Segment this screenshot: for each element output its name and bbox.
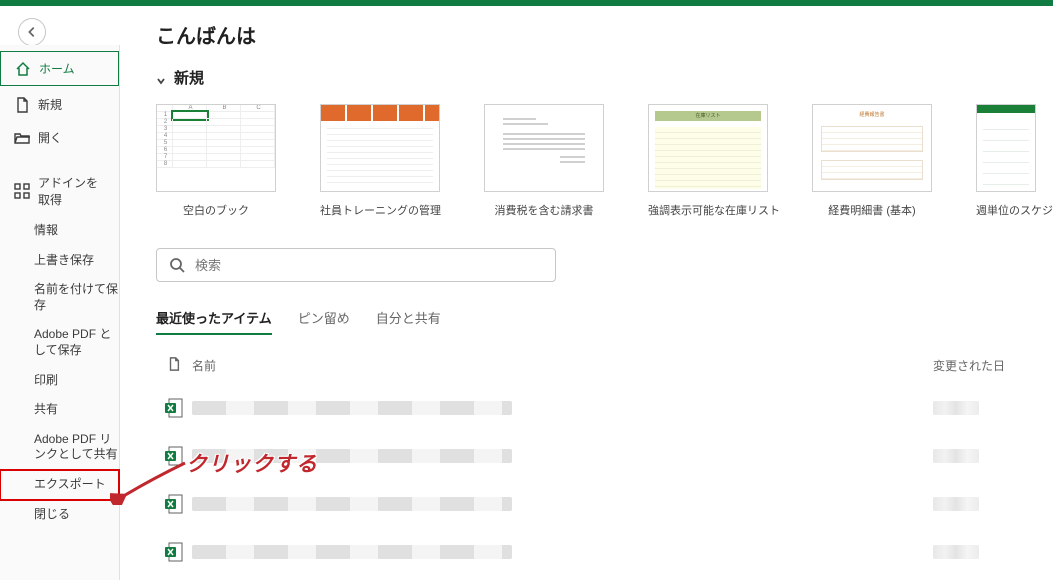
list-row[interactable] [156, 480, 1053, 528]
template-weekly[interactable]: 週単位のスケジュー [976, 104, 1036, 218]
sidebar-item-addins[interactable]: アドインを取得 [0, 166, 119, 216]
sidebar-item-save[interactable]: 上書き保存 [0, 246, 119, 276]
list-icon-column [156, 357, 192, 374]
list-row[interactable] [156, 528, 1053, 576]
template-training[interactable]: 社員トレーニングの管理 [320, 104, 440, 218]
template-invoice[interactable]: 消費税を含む請求書 [484, 104, 604, 218]
template-thumb: 経費報告書 [812, 104, 932, 192]
template-label: 消費税を含む請求書 [484, 202, 604, 218]
template-thumb [976, 104, 1036, 192]
file-icon [14, 97, 30, 113]
template-label: 強調表示可能な在庫リスト [648, 202, 768, 218]
tab-pinned[interactable]: ピン留め [298, 308, 350, 335]
section-new-title: 新規 [174, 67, 204, 88]
sidebar-label-addins: アドインを取得 [38, 174, 105, 208]
tab-shared[interactable]: 自分と共有 [376, 308, 441, 335]
sidebar-item-close[interactable]: 閉じる [0, 500, 119, 530]
search-icon [169, 257, 185, 273]
list-header: 名前 変更された日 [156, 353, 1053, 384]
template-label: 社員トレーニングの管理 [320, 202, 440, 218]
sidebar: ホーム 新規 開く アドインを取得 情報 上書き保存 名前を付けて保存 Adob… [0, 45, 120, 580]
list-row[interactable] [156, 384, 1053, 432]
excel-file-icon [164, 398, 184, 418]
list-date-header[interactable]: 変更された日 [933, 357, 1053, 374]
excel-file-icon [164, 542, 184, 562]
chevron-down-icon [156, 73, 166, 83]
sidebar-item-export[interactable]: エクスポート [0, 470, 119, 500]
sidebar-item-print[interactable]: 印刷 [0, 366, 119, 396]
back-button[interactable] [18, 18, 46, 46]
template-thumb: ABC 1 2 3 4 5 6 7 8 [156, 104, 276, 192]
grid-icon [14, 183, 30, 199]
sidebar-label-new: 新規 [38, 96, 62, 113]
sidebar-label-home: ホーム [39, 60, 75, 77]
main-content: こんばんは 新規 ABC 1 2 3 4 5 6 7 8 空白のブック [120, 6, 1053, 580]
search-input[interactable] [195, 258, 543, 273]
section-new-header[interactable]: 新規 [156, 67, 1053, 88]
template-stock[interactable]: 在庫リスト 強調表示可能な在庫リスト [648, 104, 768, 218]
tab-recent[interactable]: 最近使ったアイテム [156, 308, 272, 335]
template-thumb [320, 104, 440, 192]
sidebar-item-saveas[interactable]: 名前を付けて保存 [0, 275, 119, 320]
sidebar-item-adobe-share[interactable]: Adobe PDF リンクとして共有 [0, 425, 119, 470]
excel-file-icon [164, 446, 184, 466]
templates-row: ABC 1 2 3 4 5 6 7 8 空白のブック 社員トレーニングの管理 [156, 104, 1053, 218]
template-label: 経費明細書 (基本) [812, 202, 932, 218]
excel-file-icon [164, 494, 184, 514]
search-box[interactable] [156, 248, 556, 282]
template-thumb [484, 104, 604, 192]
sidebar-item-home[interactable]: ホーム [0, 51, 119, 86]
sidebar-label-open: 開く [38, 129, 62, 146]
template-expense[interactable]: 経費報告書 経費明細書 (基本) [812, 104, 932, 218]
sidebar-item-info[interactable]: 情報 [0, 216, 119, 246]
recent-tabs: 最近使ったアイテム ピン留め 自分と共有 [156, 308, 1053, 335]
template-blank-workbook[interactable]: ABC 1 2 3 4 5 6 7 8 空白のブック [156, 104, 276, 218]
folder-open-icon [14, 130, 30, 146]
list-row[interactable] [156, 432, 1053, 480]
home-icon [15, 61, 31, 77]
template-thumb: 在庫リスト [648, 104, 768, 192]
file-icon [167, 357, 181, 371]
sidebar-item-open[interactable]: 開く [0, 121, 119, 154]
sidebar-item-adobe-save[interactable]: Adobe PDF として保存 [0, 320, 119, 365]
greeting: こんばんは [156, 20, 1053, 49]
template-label: 週単位のスケジュー [976, 202, 1036, 218]
sidebar-item-new[interactable]: 新規 [0, 88, 119, 121]
arrow-left-icon [25, 25, 39, 39]
list-name-header[interactable]: 名前 [192, 357, 933, 374]
template-label: 空白のブック [156, 202, 276, 218]
sidebar-item-share[interactable]: 共有 [0, 395, 119, 425]
